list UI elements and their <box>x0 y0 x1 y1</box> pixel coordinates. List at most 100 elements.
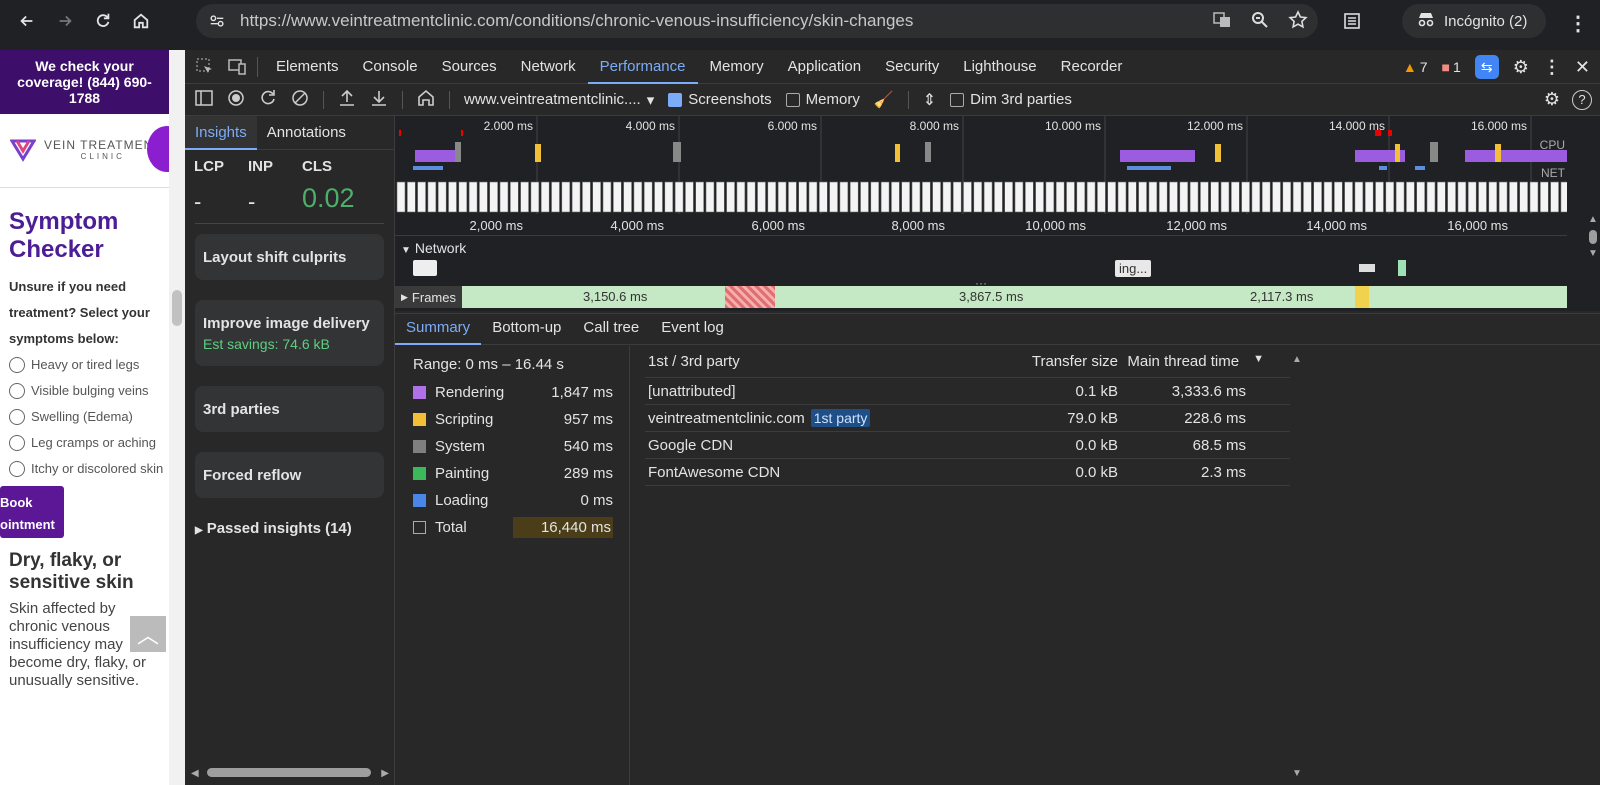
target-select[interactable]: www.veintreatmentclinic.... ▾ <box>464 91 654 109</box>
zoom-icon[interactable] <box>1250 10 1270 33</box>
home-icon[interactable] <box>122 2 160 40</box>
dim-checkbox[interactable] <box>950 92 965 107</box>
symptom-option[interactable]: Swelling (Edema) <box>9 404 169 430</box>
symptom-option[interactable]: Visible bulging veins <box>9 378 169 404</box>
network-request-block[interactable] <box>1359 264 1375 272</box>
column-header-main-thread-time[interactable]: Main thread time ▼ <box>1118 353 1264 370</box>
clear-icon[interactable] <box>291 89 309 111</box>
back-icon[interactable] <box>8 2 46 40</box>
column-header-transfer-size[interactable]: Transfer size <box>985 353 1118 370</box>
tab-insights[interactable]: Insights <box>185 115 257 150</box>
table-row[interactable]: Google CDN 0.0 kB 68.5 ms <box>645 432 1290 459</box>
warnings-counter[interactable]: ▲ 7 <box>1403 59 1428 75</box>
device-toolbar-icon[interactable] <box>227 57 251 77</box>
frames-track[interactable]: ▶ Frames 3,150.6 ms 3,867.5 ms 2,117.3 ms <box>395 286 1567 308</box>
radio-button[interactable] <box>9 435 25 451</box>
translate-icon[interactable] <box>1212 10 1232 33</box>
reload-record-icon[interactable] <box>259 89 277 111</box>
tab-security[interactable]: Security <box>873 50 951 84</box>
memory-toggle[interactable]: Memory <box>785 91 860 108</box>
network-request-block[interactable] <box>1398 260 1406 276</box>
passed-insights-toggle[interactable]: ▶ Passed insights (14) <box>195 520 394 537</box>
frame-duration[interactable]: 3,867.5 ms <box>959 289 1023 304</box>
frame-partial[interactable] <box>1355 286 1369 308</box>
sidebar-hscrollbar[interactable]: ◀ ▶ <box>185 761 395 785</box>
cpu-net-overview[interactable] <box>395 116 1570 214</box>
insight-3rd-parties[interactable]: 3rd parties <box>195 386 384 432</box>
browser-menu-icon[interactable]: ⋮ <box>1568 11 1588 36</box>
settings-gear-icon[interactable]: ⚙ <box>1513 57 1529 78</box>
reading-list-icon[interactable] <box>1342 11 1362 34</box>
table-vscrollbar[interactable]: ▲ ▼ <box>1290 346 1304 785</box>
tab-network[interactable]: Network <box>509 50 588 84</box>
scroll-up-icon[interactable]: ▲ <box>1292 354 1302 365</box>
reload-icon[interactable] <box>84 2 122 40</box>
column-header-party[interactable]: 1st / 3rd party <box>645 353 985 370</box>
insight-forced-reflow[interactable]: Forced reflow <box>195 452 384 498</box>
tab-sources[interactable]: Sources <box>430 50 509 84</box>
close-devtools-icon[interactable]: ✕ <box>1575 57 1590 78</box>
radio-button[interactable] <box>9 383 25 399</box>
symptom-option[interactable]: Heavy or tired legs <box>9 352 169 378</box>
insight-layout-shift-culprits[interactable]: Layout shift culprits <box>195 234 384 280</box>
frame-duration[interactable]: 3,150.6 ms <box>583 289 647 304</box>
scroll-down-icon[interactable]: ▼ <box>1588 248 1598 259</box>
tab-summary[interactable]: Summary <box>395 313 482 345</box>
screenshots-checkbox[interactable] <box>668 92 683 107</box>
scrollbar-thumb[interactable] <box>172 290 182 326</box>
home-icon[interactable] <box>417 89 435 111</box>
network-track[interactable]: ▼ Network ing... <box>395 236 1567 280</box>
tab-lighthouse[interactable]: Lighthouse <box>951 50 1048 84</box>
scrollbar-thumb[interactable] <box>1589 230 1597 244</box>
website-scrollbar[interactable] <box>169 50 185 785</box>
scroll-left-icon[interactable]: ◀ <box>191 768 199 779</box>
table-row[interactable]: FontAwesome CDN 0.0 kB 2.3 ms <box>645 459 1290 486</box>
scroll-right-icon[interactable]: ▶ <box>381 768 389 779</box>
tab-memory[interactable]: Memory <box>698 50 776 84</box>
network-track-header[interactable]: ▼ Network <box>401 240 466 256</box>
table-row[interactable]: veintreatmentclinic.com 1st party 79.0 kB 2… <box>645 405 1290 432</box>
tab-application[interactable]: Application <box>776 50 873 84</box>
book-appointment-button[interactable]: Book ointment <box>0 486 64 538</box>
screenshots-toggle[interactable]: Screenshots <box>668 91 772 108</box>
tab-bottom-up[interactable]: Bottom-up <box>481 313 572 345</box>
tab-call-tree[interactable]: Call tree <box>572 313 650 345</box>
timeline-overview[interactable]: CPU NET 2.000 ms 4.000 ms 6.000 ms 8.000 ms… <box>395 116 1570 214</box>
record-icon[interactable] <box>227 89 245 111</box>
forward-icon[interactable] <box>46 2 84 40</box>
tab-event-log[interactable]: Event log <box>650 313 735 345</box>
radio-button[interactable] <box>9 409 25 425</box>
tab-recorder[interactable]: Recorder <box>1049 50 1135 84</box>
frame-dropped[interactable] <box>725 286 775 308</box>
capture-settings-icon[interactable]: ⚙ <box>1544 89 1560 110</box>
ai-assistance-icon[interactable]: ⇆ <box>1474 55 1499 79</box>
promo-banner[interactable]: We check your coverage! (844) 690-1788 <box>0 50 169 114</box>
incognito-button[interactable]: Incógnito (2) <box>1402 4 1546 38</box>
tab-elements[interactable]: Elements <box>264 50 351 84</box>
scroll-to-top-button[interactable]: ︿ <box>130 616 166 652</box>
radio-button[interactable] <box>9 461 25 477</box>
timeline[interactable]: CPU NET 2.000 ms 4.000 ms 6.000 ms 8.000 ms… <box>395 116 1600 311</box>
url-text[interactable]: https://www.veintreatmentclinic.com/cond… <box>240 11 913 31</box>
site-logo[interactable]: VEIN TREATMENT CLINIC <box>0 114 169 188</box>
sidebar-toggle-icon[interactable] <box>195 89 213 111</box>
menu-circle-button[interactable] <box>147 126 169 172</box>
tab-performance[interactable]: Performance <box>587 50 698 84</box>
insight-improve-image-delivery[interactable]: Improve image delivery Est savings: 74.6 … <box>195 300 384 366</box>
scroll-down-icon[interactable]: ▼ <box>1292 768 1302 779</box>
symptom-option[interactable]: Itchy or discolored skin <box>9 456 169 482</box>
inspect-element-icon[interactable] <box>195 57 219 77</box>
help-icon[interactable]: ? <box>1572 89 1592 110</box>
scroll-up-icon[interactable]: ▲ <box>1588 214 1598 225</box>
more-options-icon[interactable]: ⋮ <box>1543 57 1561 78</box>
radio-button[interactable] <box>9 357 25 373</box>
upload-icon[interactable] <box>338 89 356 111</box>
memory-checkbox[interactable] <box>785 92 800 107</box>
frame-duration[interactable]: 2,117.3 ms <box>1250 289 1313 304</box>
tab-console[interactable]: Console <box>351 50 430 84</box>
timeline-vscrollbar[interactable]: ▲ ▼ <box>1586 214 1600 311</box>
tab-annotations[interactable]: Annotations <box>257 116 356 150</box>
site-info-icon[interactable] <box>206 10 228 32</box>
bookmark-star-icon[interactable] <box>1288 9 1308 33</box>
errors-counter[interactable]: ■ 1 <box>1442 59 1461 75</box>
